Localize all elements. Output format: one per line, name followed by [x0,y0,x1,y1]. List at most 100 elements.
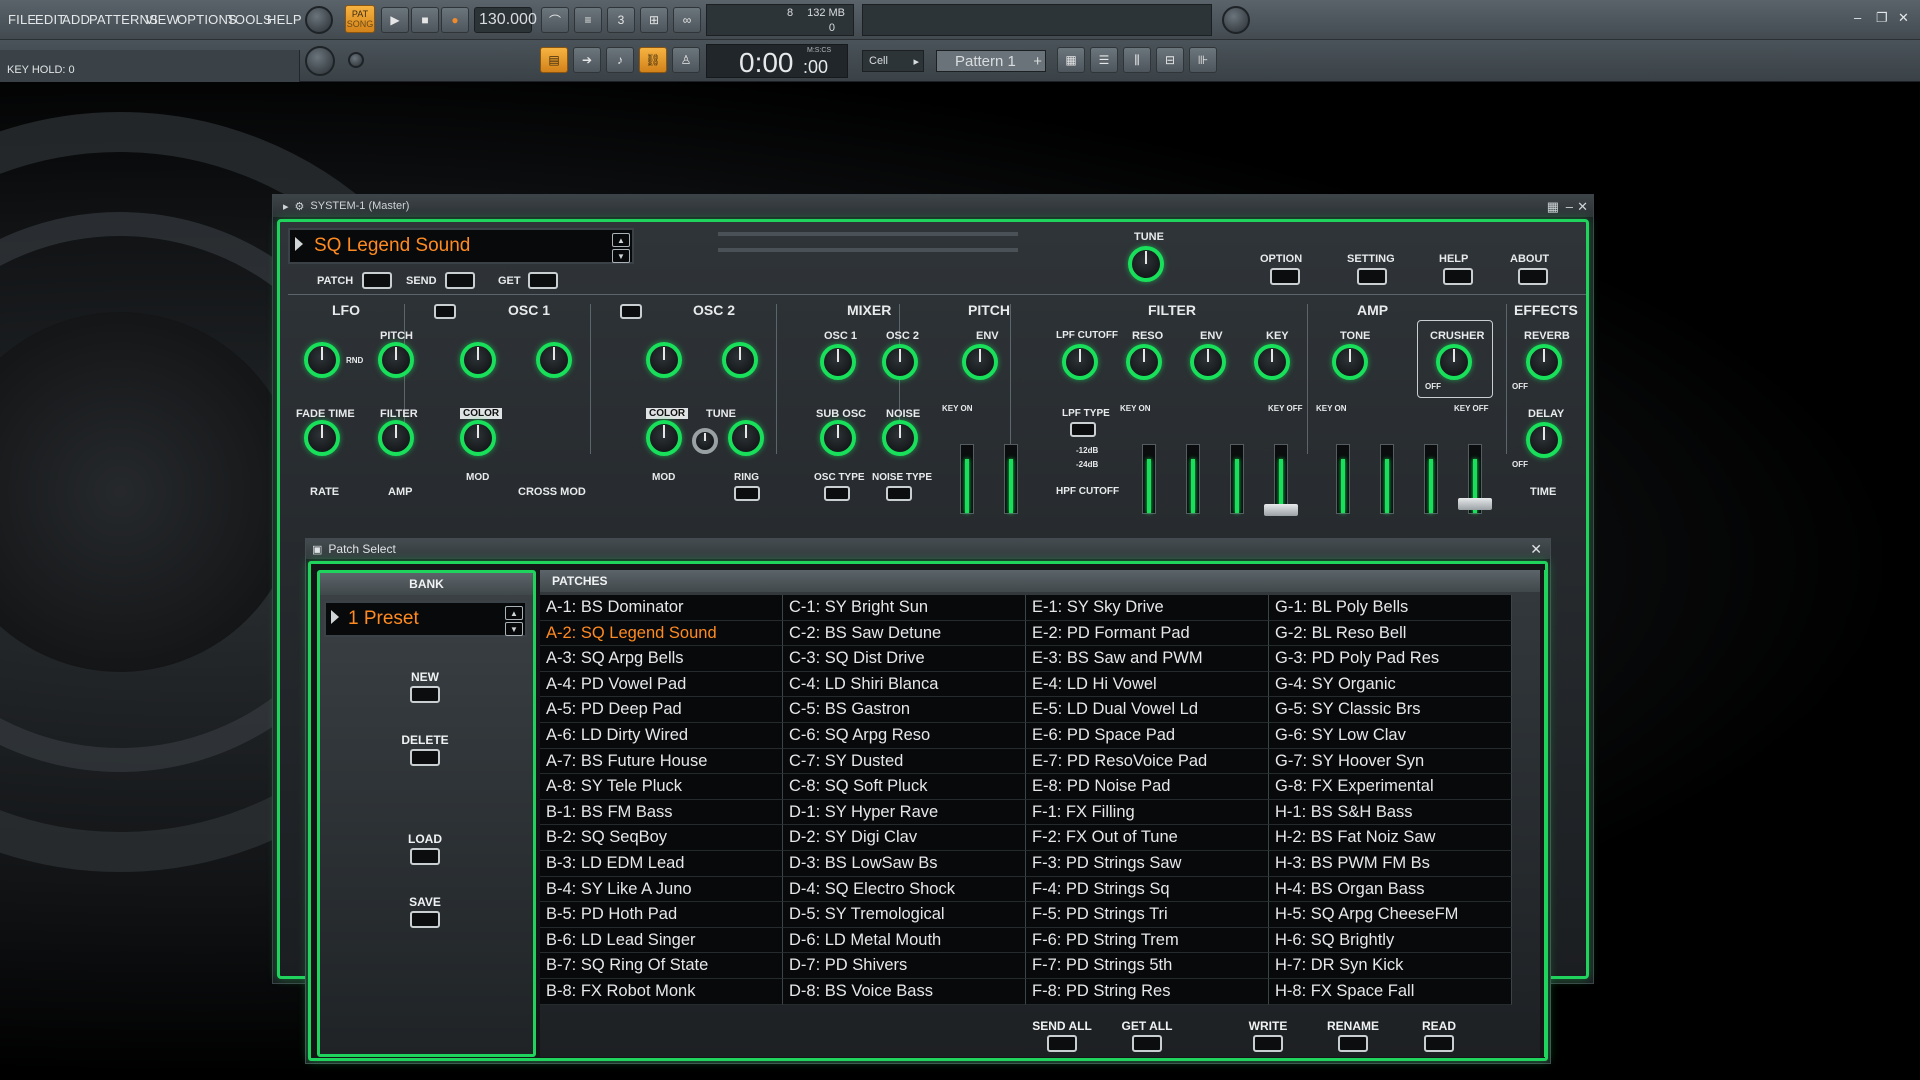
patch-list-item[interactable]: E-5: LD Dual Vowel Ld [1026,697,1269,723]
pitch-attack-fader[interactable] [960,444,974,514]
fade-time-knob[interactable] [304,420,340,456]
reso-knob[interactable] [1126,344,1162,380]
patch-list-item[interactable]: C-4: LD Shiri Blanca [783,671,1026,698]
patch-list-item[interactable]: H-8: FX Space Fall [1269,978,1512,1005]
channel-rack-icon[interactable]: ☰ [1090,47,1118,73]
multilink-icon[interactable]: ♙ [672,47,700,73]
patch-list-item[interactable]: G-7: SY Hoover Syn [1269,748,1512,775]
patch-list-item[interactable]: D-7: PD Shivers [783,953,1026,979]
patch-list-item[interactable]: B-1: BS FM Bass [540,799,783,826]
patch-list-item[interactable]: D-5: SY Tremological [783,902,1026,928]
snap-selector[interactable]: Cell ▸ [862,50,924,72]
gear-icon[interactable]: ⚙ [295,200,305,213]
menu-edit[interactable]: EDIT [35,12,65,27]
patch-list-item[interactable]: A-7: BS Future House [540,748,783,775]
menu-view[interactable]: VIEW [145,12,179,27]
chevron-down-icon[interactable]: ▼ [612,249,630,263]
patch-select-titlebar[interactable]: ▣ Patch Select [306,539,1550,559]
browser-icon[interactable]: ⊟ [1156,47,1184,73]
write-button[interactable] [1253,1035,1283,1052]
patch-list-item[interactable]: H-1: BS S&H Bass [1269,799,1512,826]
new-button[interactable] [410,686,440,703]
lfo-filter-knob[interactable] [378,420,414,456]
mixer-icon[interactable]: ⫼ [1123,47,1151,73]
patch-list-item[interactable]: C-6: SQ Arpg Reso [783,722,1026,749]
master-tune-knob[interactable] [1128,246,1164,282]
amp-sustain-fader[interactable] [1424,444,1438,514]
patch-list-item[interactable]: F-4: PD Strings Sq [1026,876,1269,903]
patch-list-item[interactable]: B-5: PD Hoth Pad [540,902,783,928]
window-close-icon[interactable]: ✕ [1577,199,1588,215]
patch-list-item[interactable]: F-5: PD Strings Tri [1026,902,1269,928]
amp-attack-fader[interactable] [1336,444,1350,514]
filter-attack-fader[interactable] [1142,444,1156,514]
send-all-button[interactable] [1047,1035,1077,1052]
osc2-color-knob[interactable] [646,420,682,456]
patch-list-item[interactable]: A-8: SY Tele Pluck [540,774,783,800]
metronome-icon[interactable]: ⌒ [541,7,569,33]
delete-button[interactable] [410,749,440,766]
patch-list-item[interactable]: F-7: PD Strings 5th [1026,953,1269,979]
patch-list-item[interactable]: C-3: SQ Dist Drive [783,646,1026,672]
patch-list-item[interactable]: C-8: SQ Soft Pluck [783,774,1026,800]
patch-list-item[interactable]: F-2: FX Out of Tune [1026,825,1269,851]
patch-list-item[interactable]: C-1: SY Bright Sun [783,595,1026,621]
amp-decay-fader[interactable] [1380,444,1394,514]
patch-list-item[interactable]: C-5: BS Gastron [783,697,1026,723]
typing-keyboard-icon[interactable]: ▤ [540,47,568,73]
slide-icon[interactable]: ♪ [606,47,634,73]
patch-list-item[interactable]: G-5: SY Classic Brs [1269,697,1512,723]
mixer-osc2-knob[interactable] [882,344,918,380]
patch-list-item[interactable]: E-7: PD ResoVoice Pad [1026,748,1269,775]
patch-list-item[interactable]: H-4: BS Organ Bass [1269,876,1512,903]
rename-button[interactable] [1338,1035,1368,1052]
bank-down-icon[interactable]: ▼ [505,622,523,636]
stop-button[interactable]: ■ [411,7,439,33]
osc1-color-knob[interactable] [460,420,496,456]
patch-list-item[interactable]: H-6: SQ Brightly [1269,927,1512,954]
delay-knob[interactable] [1526,422,1562,458]
piano-roll-icon[interactable]: ⊪ [1189,47,1217,73]
noise-knob[interactable] [882,420,918,456]
hint-dial-icon[interactable] [305,6,333,34]
refresh-icon[interactable] [1222,6,1250,34]
osc-type-button[interactable] [824,486,850,501]
collapse-arrow-icon[interactable]: ▸ [283,200,289,213]
send-button[interactable] [445,272,475,289]
filter-env-knob[interactable] [1190,344,1226,380]
menu-help[interactable]: HELP [267,12,302,27]
chevron-up-icon[interactable]: ▲ [612,233,630,247]
patch-updown[interactable]: ▲ ▼ [612,233,630,263]
tone-knob[interactable] [1332,344,1368,380]
restore-icon[interactable]: ❐ [1876,10,1888,26]
song-time-display[interactable]: 0:00 :00 M:S:CS [706,44,848,78]
patch-list-item[interactable]: D-3: BS LowSaw Bs [783,850,1026,877]
filter-sustain-fader[interactable] [1230,444,1244,514]
lpf-cutoff-knob[interactable] [1062,344,1098,380]
patch-list-item[interactable]: E-4: LD Hi Vowel [1026,671,1269,698]
patch-list-item[interactable]: E-8: PD Noise Pad [1026,774,1269,800]
osc1-toggle[interactable] [434,304,456,319]
osc2-range-knob[interactable] [722,342,758,378]
patch-list-item[interactable]: E-6: PD Space Pad [1026,722,1269,749]
patch-list-item[interactable]: H-7: DR Syn Kick [1269,953,1512,979]
patch-list-item[interactable]: E-3: BS Saw and PWM [1026,646,1269,672]
patch-button[interactable] [362,272,392,289]
osc1-range-knob[interactable] [536,342,572,378]
patch-list-item[interactable]: B-8: FX Robot Monk [540,978,783,1005]
noise-type-button[interactable] [886,486,912,501]
record-button[interactable]: ● [441,7,469,33]
filter-release-cap[interactable] [1264,504,1298,516]
tempo-display[interactable]: 130.000 [474,7,537,33]
loop-record-icon[interactable]: ∞ [673,7,701,33]
osc2-fine-knob[interactable] [728,420,764,456]
patch-list-item[interactable]: D-8: BS Voice Bass [783,978,1026,1005]
link-icon[interactable]: ⛓ [639,47,667,73]
master-pitch-knob[interactable] [348,52,364,68]
patch-select-close-icon[interactable]: ✕ [1530,541,1542,558]
pitch-decay-fader[interactable] [1004,444,1018,514]
crusher-knob[interactable] [1436,344,1472,380]
patch-list-item[interactable]: B-6: LD Lead Singer [540,927,783,954]
patch-list-item[interactable]: A-4: PD Vowel Pad [540,671,783,698]
about-button[interactable] [1518,268,1548,285]
